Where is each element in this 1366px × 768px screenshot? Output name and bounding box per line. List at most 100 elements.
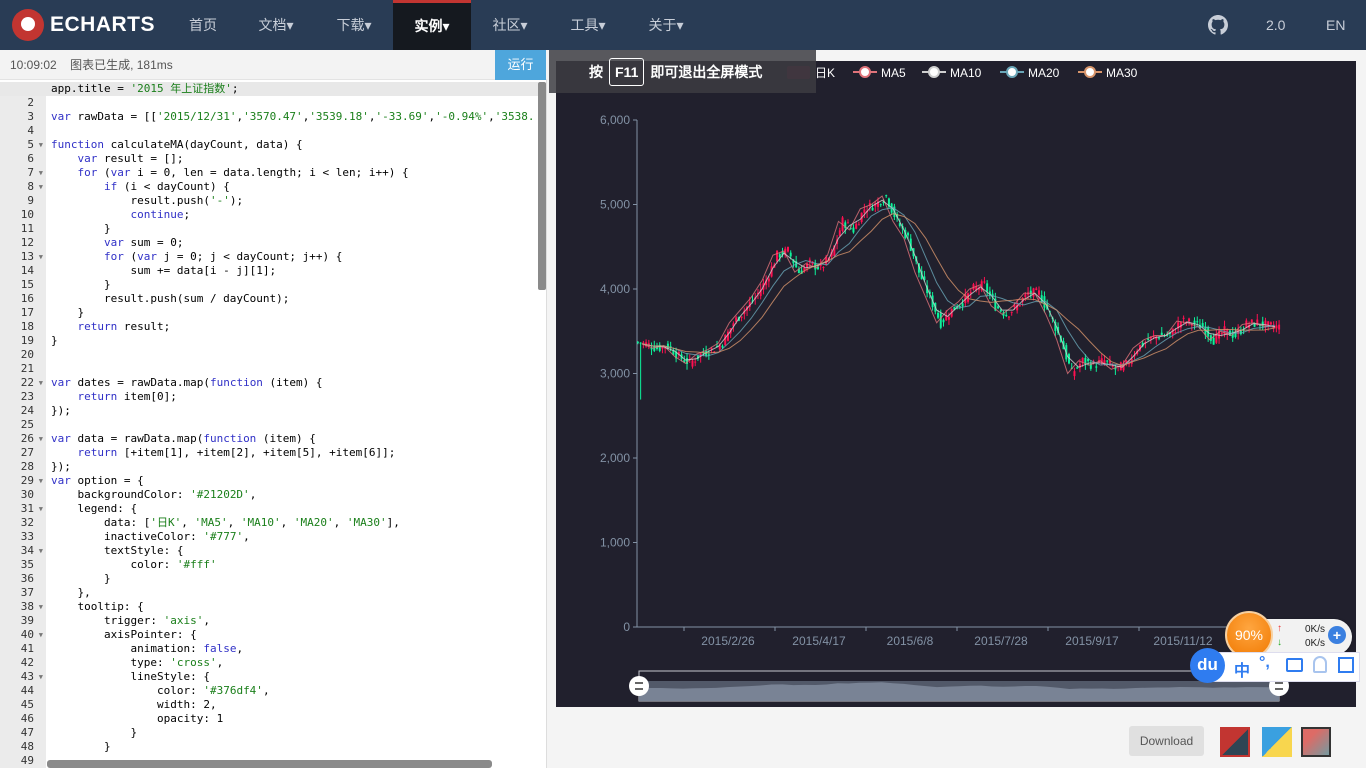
candle-body xyxy=(1076,367,1079,369)
candle-body xyxy=(1188,318,1191,322)
logo-icon xyxy=(12,9,44,41)
toolbox-icon[interactable] xyxy=(1286,658,1303,672)
fold-arrow-icon[interactable]: ▼ xyxy=(39,474,43,488)
punctuation-icon[interactable]: °, xyxy=(1259,654,1270,672)
code-editor[interactable]: 12345▼67▼8▼910111213▼141516171819202122▼… xyxy=(0,82,547,768)
github-icon[interactable] xyxy=(1208,15,1228,35)
code-line: lineStyle: { xyxy=(51,670,210,683)
run-button[interactable]: 运行 xyxy=(495,50,546,80)
status-bar: 10:09:02 图表已生成, 181ms xyxy=(0,50,547,80)
line-number: 7 ▼ xyxy=(27,166,43,180)
candle-body xyxy=(855,223,858,229)
version-link[interactable]: 2.0 xyxy=(1266,0,1285,50)
line-number: 48 xyxy=(20,740,34,753)
fold-arrow-icon[interactable]: ▼ xyxy=(39,670,43,684)
line-number: 8 ▼ xyxy=(27,180,43,194)
legend-item-ma30[interactable]: MA30 xyxy=(1106,66,1138,80)
line-number: 30 xyxy=(20,488,34,501)
candle-body xyxy=(857,224,860,226)
nav-about[interactable]: 关于▾ xyxy=(634,0,698,50)
candle-body xyxy=(885,195,888,197)
y-tick-label: 1,000 xyxy=(600,536,630,550)
grid-menu-icon[interactable] xyxy=(1338,657,1354,673)
candle-body xyxy=(937,312,940,318)
ime-mode[interactable]: 中 xyxy=(1234,657,1250,681)
line-number: 23 xyxy=(20,390,34,403)
line-ma20 xyxy=(641,207,1276,366)
candle-body xyxy=(1106,360,1109,362)
candle-body xyxy=(1275,325,1278,329)
code-line: data: ['日K', 'MA5', 'MA10', 'MA20', 'MA3… xyxy=(51,516,400,529)
line-number: 14 xyxy=(20,264,34,277)
nav-community[interactable]: 社区▾ xyxy=(478,0,542,50)
x-tick-label: 2015/2/26 xyxy=(701,634,755,648)
user-icon[interactable] xyxy=(1313,656,1327,673)
candlestick-chart[interactable]: 0 1,000 2,000 3,000 4,000 5,000 6,000 2015/2/26… xyxy=(556,61,1356,707)
line-number: 28 xyxy=(20,460,34,473)
code-line: var rawData = [['2015/12/31','3570.47','… xyxy=(51,110,535,123)
legend-item-ma5[interactable]: MA5 xyxy=(881,66,906,80)
fold-arrow-icon[interactable]: ▼ xyxy=(39,628,43,642)
chart-svg: 0 1,000 2,000 3,000 4,000 5,000 6,000 2015/2/26… xyxy=(600,66,1330,702)
vertical-scrollbar[interactable] xyxy=(538,82,546,290)
legend-item-日k[interactable]: 日K xyxy=(815,66,835,80)
language-switch[interactable]: EN xyxy=(1326,0,1345,50)
code-line: sum += data[i - j][1]; xyxy=(51,264,277,277)
echarts-logo[interactable]: ECHARTS xyxy=(12,9,155,41)
fold-arrow-icon[interactable]: ▼ xyxy=(39,544,43,558)
download-button[interactable]: Download xyxy=(1129,726,1204,756)
legend-marker-icon xyxy=(1084,66,1096,78)
code-line: return [+item[1], +item[2], +item[5], +i… xyxy=(77,446,396,459)
candle-body xyxy=(1095,366,1098,368)
candle-body xyxy=(1250,319,1253,323)
tip-suffix: 即可退出全屏模式 xyxy=(650,63,763,80)
candle-body xyxy=(1160,332,1163,336)
candle-body xyxy=(939,313,942,328)
theme-swatch-dark[interactable] xyxy=(1301,727,1331,757)
candle-body xyxy=(1007,316,1010,318)
code-line: animation: false, xyxy=(51,642,244,655)
fold-arrow-icon[interactable]: ▼ xyxy=(39,250,43,264)
legend-marker-icon xyxy=(859,66,871,78)
x-tick-label: 2015/6/8 xyxy=(887,634,934,648)
candle-body xyxy=(694,361,697,363)
theme-swatch-default[interactable] xyxy=(1220,727,1250,757)
candle-body xyxy=(1032,288,1035,297)
theme-swatch-light[interactable] xyxy=(1262,727,1292,757)
baidu-ime-logo[interactable]: du xyxy=(1190,648,1225,683)
code-line: var option = { xyxy=(51,474,144,487)
plus-icon[interactable]: + xyxy=(1328,626,1346,644)
line-number: 3 xyxy=(27,110,34,123)
line-number: 11 xyxy=(20,222,34,235)
nav-docs[interactable]: 文档▾ xyxy=(244,0,308,50)
y-tick-label: 0 xyxy=(623,620,630,634)
candle-body xyxy=(961,303,964,307)
fold-arrow-icon[interactable]: ▼ xyxy=(39,600,43,614)
candle-body xyxy=(986,283,989,292)
code-line: var sum = 0; xyxy=(103,236,184,249)
datazoom-handle-left[interactable] xyxy=(629,676,649,696)
candle-body xyxy=(691,360,694,367)
fold-arrow-icon[interactable]: ▼ xyxy=(39,166,43,180)
candle-body xyxy=(1182,317,1185,319)
candle-body xyxy=(947,317,950,320)
legend-item-ma10[interactable]: MA10 xyxy=(950,66,982,80)
line-number: 24 xyxy=(20,404,34,417)
nav-home[interactable]: 首页 xyxy=(176,0,230,50)
nav-tools[interactable]: 工具▾ xyxy=(556,0,620,50)
candle-body xyxy=(871,207,874,211)
fullscreen-tip: 按 F11 即可退出全屏模式 xyxy=(549,50,816,93)
horizontal-scrollbar[interactable] xyxy=(47,760,492,768)
legend-item-ma20[interactable]: MA20 xyxy=(1028,66,1060,80)
fold-arrow-icon[interactable]: ▼ xyxy=(39,376,43,390)
fold-arrow-icon[interactable]: ▼ xyxy=(39,180,43,194)
download-speed: 0K/s xyxy=(1305,638,1326,649)
line-number: 18 xyxy=(20,320,34,333)
code-line: backgroundColor: '#21202D', xyxy=(51,488,257,501)
nav-download[interactable]: 下载▾ xyxy=(322,0,386,50)
fold-arrow-icon[interactable]: ▼ xyxy=(39,432,43,446)
nav-examples[interactable]: 实例▾ xyxy=(393,0,471,50)
fold-arrow-icon[interactable]: ▼ xyxy=(39,502,43,516)
fold-arrow-icon[interactable]: ▼ xyxy=(39,138,43,152)
down-arrow-icon: ↓ xyxy=(1277,637,1282,648)
